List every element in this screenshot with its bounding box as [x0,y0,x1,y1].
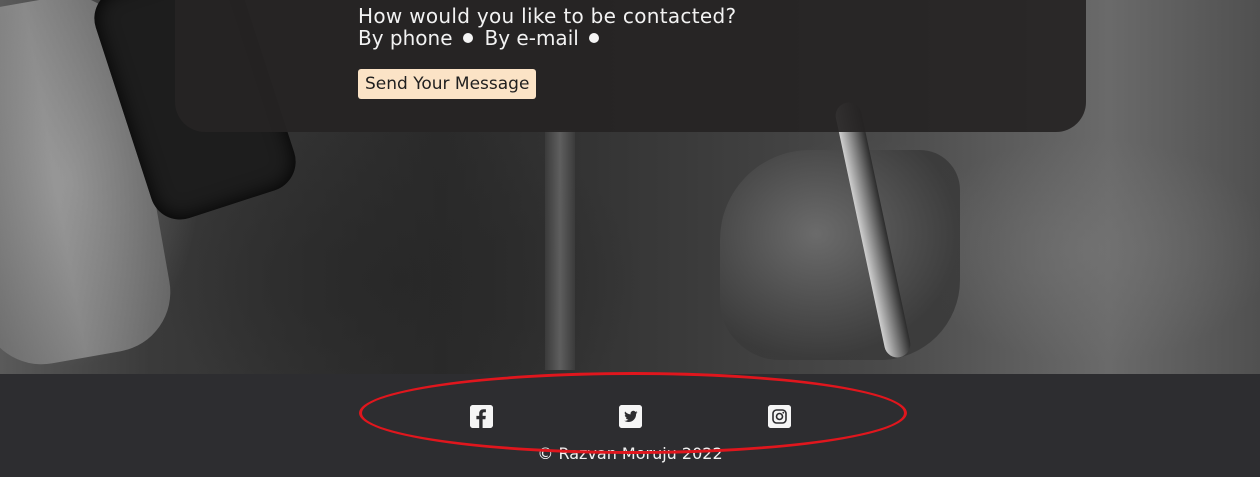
contact-preference-options: By phone By e-mail [358,26,611,50]
send-message-button[interactable]: Send Your Message [358,69,537,99]
contact-preference-question: How would you like to be contacted? [358,4,737,28]
twitter-icon[interactable] [619,405,642,428]
facebook-icon[interactable] [470,405,493,428]
instagram-icon[interactable] [768,405,791,428]
phone-radio[interactable] [462,33,473,43]
copyright-text: © Razvan Moruju 2022 [537,444,723,463]
option-label-email: By e-mail [484,26,579,50]
email-radio[interactable] [588,33,599,43]
option-label-phone: By phone [358,26,453,50]
photo-background-pole [545,130,575,370]
footer: © Razvan Moruju 2022 [0,374,1260,477]
photo-hand [720,150,960,360]
